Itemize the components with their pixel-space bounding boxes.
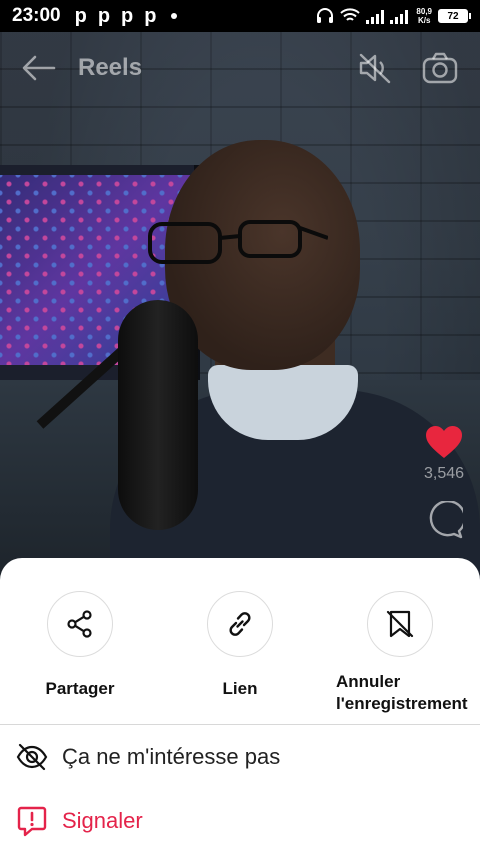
share-option-partager[interactable]: Partager <box>10 591 150 699</box>
sheet-divider <box>0 724 480 725</box>
notification-app-icon: p <box>144 5 157 27</box>
reel-side-actions: 3,546 <box>422 425 466 539</box>
share-icon <box>67 610 92 638</box>
speaker-muted-icon[interactable] <box>358 52 392 84</box>
wifi-icon <box>340 8 361 21</box>
share-option-label: Annuler l'enregistrement <box>336 672 468 713</box>
reels-header: Reels <box>0 40 480 96</box>
network-speed: 80,9 K/s <box>416 7 432 25</box>
status-time: 23:00 <box>12 5 61 26</box>
copy-link-button[interactable] <box>207 591 273 657</box>
notification-app-icon: p <box>121 5 134 27</box>
share-option-lien[interactable]: Lien <box>170 591 310 699</box>
link-icon <box>229 612 251 636</box>
share-bottom-sheet: Partager Lien Annuler l'enregistrement Ç… <box>0 558 480 854</box>
back-arrow-icon[interactable] <box>22 55 56 81</box>
not-interested-item[interactable]: Ça ne m'intéresse pas <box>0 726 480 788</box>
headphones-icon <box>317 8 334 23</box>
more-notifications-dot-icon <box>171 13 178 19</box>
share-option-label: Lien <box>222 679 258 698</box>
battery-indicator: 72 <box>438 9 471 23</box>
person-glasses <box>148 220 328 264</box>
like-heart-icon[interactable] <box>425 425 463 459</box>
report-icon <box>17 806 47 837</box>
camera-icon[interactable] <box>422 52 458 84</box>
report-item[interactable]: Signaler <box>0 790 480 852</box>
share-option-label: Partager <box>45 679 115 698</box>
unsave-icon <box>386 610 414 638</box>
comment-icon[interactable] <box>425 501 463 539</box>
share-option-annuler-enregistrement[interactable]: Annuler l'enregistrement <box>330 591 470 731</box>
like-count: 3,546 <box>423 465 465 482</box>
page-title: Reels <box>78 54 143 81</box>
unsave-button[interactable] <box>367 591 433 657</box>
eye-off-icon <box>16 743 48 771</box>
menu-item-label: Signaler <box>62 808 143 833</box>
notification-app-icon: p <box>97 5 111 27</box>
status-bar: 23:00 p p p p 80,9 K/s 72 <box>0 0 480 32</box>
notification-app-icon: p <box>74 5 87 27</box>
menu-item-label: Ça ne m'intéresse pas <box>62 744 281 769</box>
microphone <box>118 300 198 530</box>
status-app-icons: p p p p <box>75 6 178 26</box>
share-options-row: Partager Lien Annuler l'enregistrement <box>0 591 480 721</box>
share-button[interactable] <box>47 591 113 657</box>
signal-icon <box>366 10 409 24</box>
